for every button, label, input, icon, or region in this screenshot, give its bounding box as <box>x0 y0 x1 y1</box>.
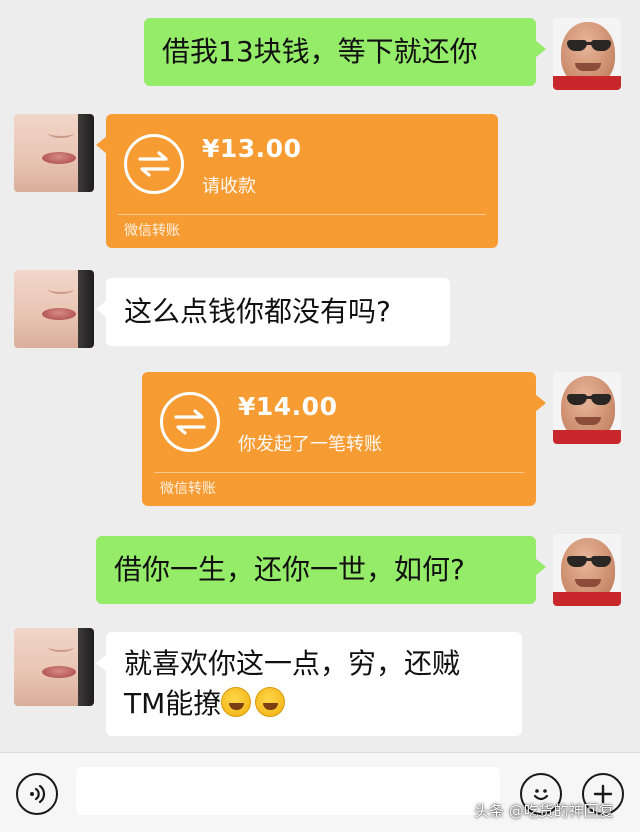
message-input[interactable] <box>76 767 500 815</box>
message-row: ¥13.00 请收款 微信转账 <box>0 114 640 254</box>
message-row: 这么点钱你都没有吗? <box>0 270 640 350</box>
my-avatar[interactable] <box>553 18 621 90</box>
message-bubble[interactable]: 这么点钱你都没有吗? <box>96 278 450 346</box>
transfer-note: 你发起了一笔转账 <box>238 434 382 455</box>
transfer-amount: ¥14.00 <box>238 392 338 421</box>
transfer-icon <box>160 392 220 452</box>
transfer-note: 请收款 <box>202 176 256 197</box>
my-avatar[interactable] <box>553 534 621 606</box>
transfer-icon <box>124 134 184 194</box>
divider <box>118 214 486 215</box>
voice-icon <box>30 784 46 804</box>
transfer-footer: 微信转账 <box>160 481 216 497</box>
message-row: 就喜欢你这一点，穷，还贼 TM能撩 <box>0 628 640 740</box>
laugh-cry-emoji <box>255 687 286 717</box>
message-text-line: 就喜欢你这一点，穷，还贼 <box>124 647 461 680</box>
laugh-cry-emoji <box>221 687 252 717</box>
message-bubble[interactable]: 就喜欢你这一点，穷，还贼 TM能撩 <box>96 632 522 736</box>
contact-avatar[interactable] <box>14 114 94 192</box>
contact-avatar[interactable] <box>14 270 94 348</box>
voice-button[interactable] <box>16 773 58 815</box>
divider <box>154 472 524 473</box>
message-bubble[interactable]: 借我13块钱，等下就还你 <box>144 18 546 86</box>
message-row: ¥14.00 你发起了一笔转账 微信转账 <box>0 372 640 512</box>
watermark: 头条 @吃货的神回复 <box>474 802 614 820</box>
transfer-card[interactable]: ¥14.00 你发起了一笔转账 微信转账 <box>142 372 546 506</box>
contact-avatar[interactable] <box>14 628 94 706</box>
transfer-footer: 微信转账 <box>124 223 180 239</box>
my-avatar[interactable] <box>553 372 621 444</box>
message-text: 借你一生，还你一世，如何? <box>114 553 465 586</box>
message-row: 借你一生，还你一世，如何? <box>0 534 640 614</box>
message-text-line: TM能撩 <box>124 684 504 724</box>
transfer-amount: ¥13.00 <box>202 134 302 163</box>
message-text: 借我13块钱，等下就还你 <box>162 35 478 68</box>
message-text: 这么点钱你都没有吗? <box>124 295 391 328</box>
message-row: 借我13块钱，等下就还你 <box>0 18 640 98</box>
message-bubble[interactable]: 借你一生，还你一世，如何? <box>96 536 546 604</box>
transfer-card[interactable]: ¥13.00 请收款 微信转账 <box>96 114 498 248</box>
